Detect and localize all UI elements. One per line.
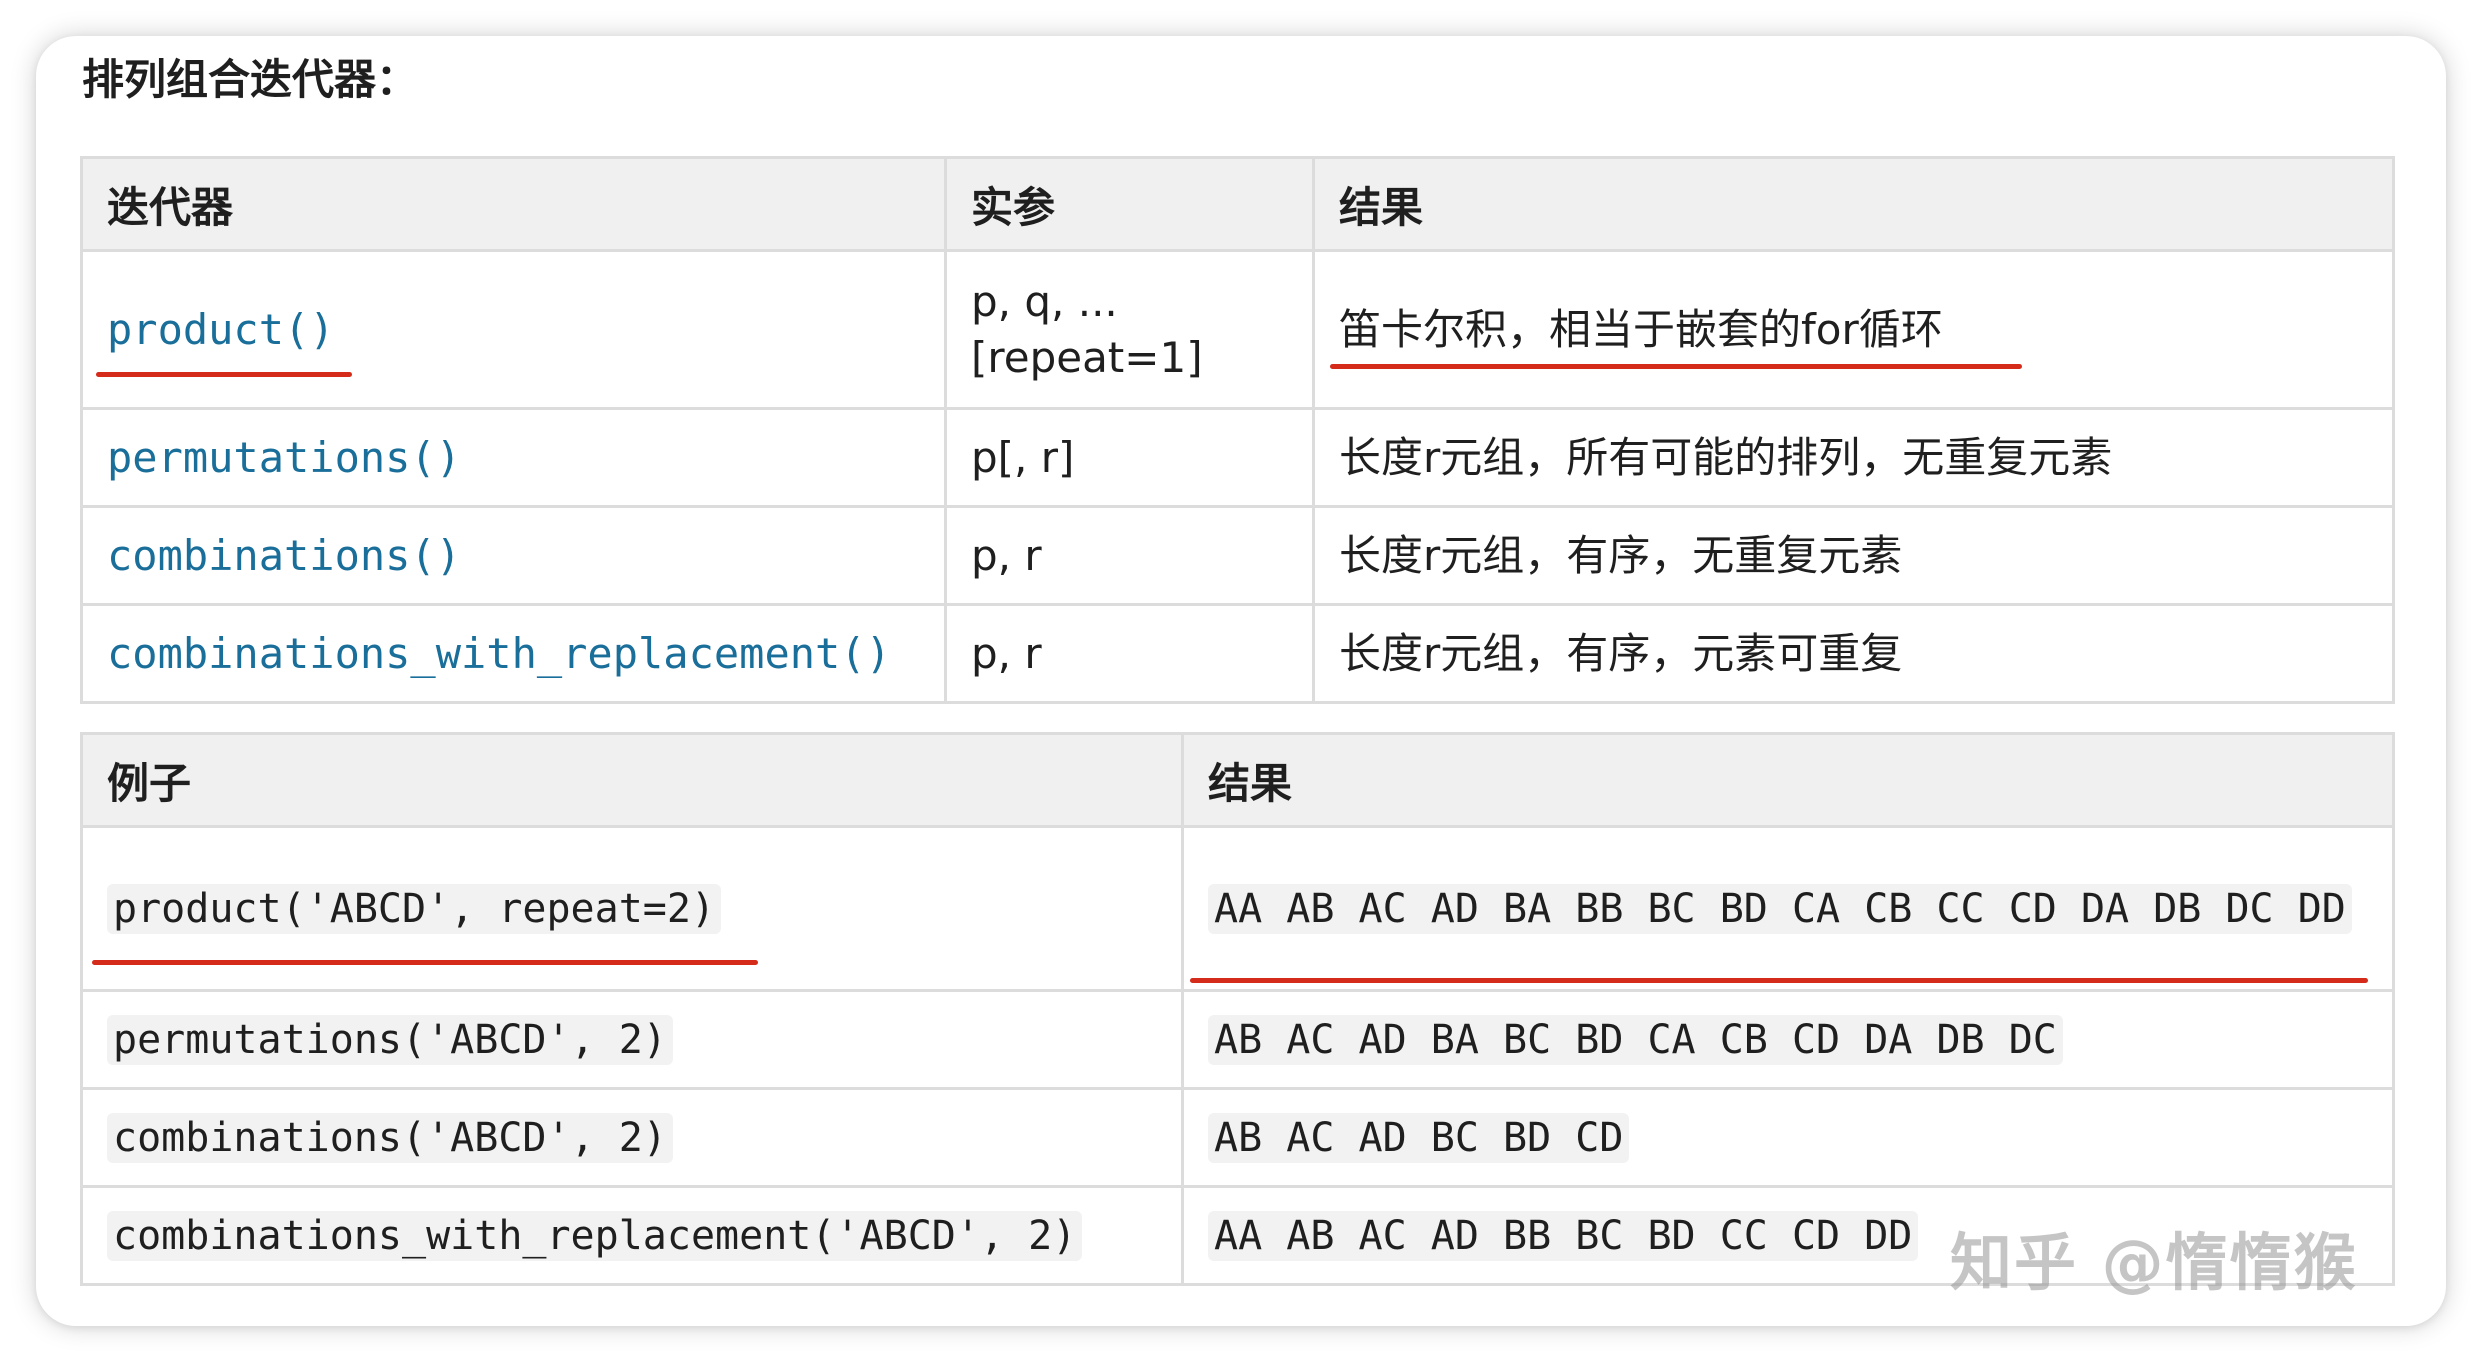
result-cell: 长度r元组，有序，元素可重复: [1312, 603, 2395, 704]
table-row: combinations() p, r 长度r元组，有序，无重复元素: [80, 505, 2395, 606]
iterator-cell: combinations(): [80, 505, 947, 606]
example-table: 例子 结果 product('ABCD', repeat=2) AA AB AC…: [80, 732, 2395, 1286]
table-row: permutations() p[, r] 长度r元组，所有可能的排列，无重复元…: [80, 407, 2395, 508]
table-header-row: 迭代器 实参 结果: [80, 156, 2395, 252]
args-cell: p, r: [944, 603, 1315, 704]
result-cell: AB AC AD BC BD CD: [1181, 1087, 2395, 1188]
iterator-link-product[interactable]: product(): [107, 305, 335, 354]
underline-product-example: [92, 960, 758, 965]
header-iterator: 迭代器: [80, 156, 947, 252]
result-cell: AA AB AC AD BA BB BC BD CA CB CC CD DA D…: [1181, 825, 2395, 992]
underline-product: [96, 372, 352, 377]
args-line: p, q, ...: [971, 276, 1118, 326]
args-line: [repeat=1]: [971, 332, 1203, 382]
table-row: permutations('ABCD', 2) AB AC AD BA BC B…: [80, 989, 2395, 1090]
iterator-link-combinations[interactable]: combinations(): [107, 531, 461, 580]
header-result: 结果: [1312, 156, 2395, 252]
header-example: 例子: [80, 732, 1184, 828]
iterator-cell: product(): [80, 249, 947, 410]
example-cell: combinations('ABCD', 2): [80, 1087, 1184, 1188]
example-cell: product('ABCD', repeat=2): [80, 825, 1184, 992]
result-cell: 笛卡尔积，相当于嵌套的for循环: [1312, 249, 2395, 410]
underline-product-example-result: [1190, 978, 2368, 983]
example-code: combinations('ABCD', 2): [107, 1112, 673, 1163]
example-cell: combinations_with_replacement('ABCD', 2): [80, 1185, 1184, 1286]
iterator-cell: permutations(): [80, 407, 947, 508]
header-args: 实参: [944, 156, 1315, 252]
table-header-row: 例子 结果: [80, 732, 2395, 828]
args-cell: p[, r]: [944, 407, 1315, 508]
table-row: product() p, q, ... [repeat=1] 笛卡尔积，相当于嵌套…: [80, 249, 2395, 410]
result-cell: 长度r元组，所有可能的排列，无重复元素: [1312, 407, 2395, 508]
example-code: combinations_with_replacement('ABCD', 2): [107, 1210, 1083, 1261]
underline-cartesian-result: [1330, 364, 2022, 369]
iterator-link-permutations[interactable]: permutations(): [107, 433, 461, 482]
iterator-cell: combinations_with_replacement(): [80, 603, 947, 704]
result-cell: AB AC AD BA BC BD CA CB CD DA DB DC: [1181, 989, 2395, 1090]
result-code: AB AC AD BC BD CD: [1208, 1112, 1630, 1163]
watermark: 知乎 @惰惰猴: [1950, 1226, 2358, 1299]
result-cell: 长度r元组，有序，无重复元素: [1312, 505, 2395, 606]
args-cell: p, r: [944, 505, 1315, 606]
table-row: combinations('ABCD', 2) AB AC AD BC BD C…: [80, 1087, 2395, 1188]
result-code: AA AB AC AD BA BB BC BD CA CB CC CD DA D…: [1208, 883, 2352, 934]
section-title: 排列组合迭代器：: [82, 55, 419, 104]
example-code: product('ABCD', repeat=2): [107, 883, 722, 934]
table-row: product('ABCD', repeat=2) AA AB AC AD BA…: [80, 825, 2395, 992]
header-result: 结果: [1181, 732, 2395, 828]
args-cell: p, q, ... [repeat=1]: [944, 249, 1315, 410]
result-code: AA AB AC AD BB BC BD CC CD DD: [1208, 1210, 1919, 1261]
example-code: permutations('ABCD', 2): [107, 1014, 673, 1065]
example-cell: permutations('ABCD', 2): [80, 989, 1184, 1090]
table-row: combinations_with_replacement() p, r 长度r…: [80, 603, 2395, 704]
iterator-link-combinations-with-replacement[interactable]: combinations_with_replacement(): [107, 629, 891, 678]
iterator-table: 迭代器 实参 结果 product() p, q, ... [repeat=1] …: [80, 156, 2395, 704]
result-code: AB AC AD BA BC BD CA CB CD DA DB DC: [1208, 1014, 2063, 1065]
